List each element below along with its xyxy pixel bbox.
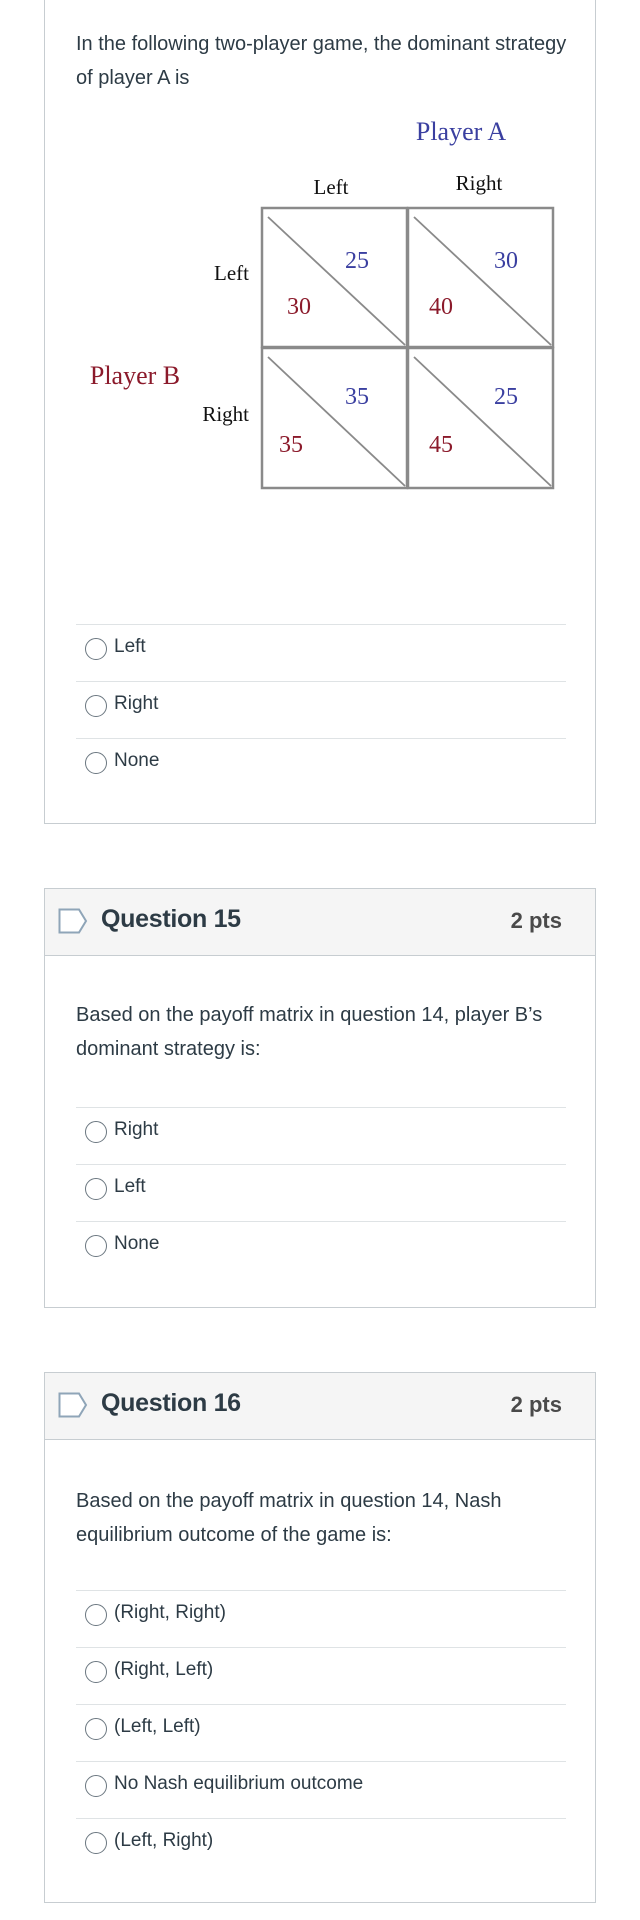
payoff-b-left-right: 40 — [429, 294, 453, 320]
radio-button[interactable] — [85, 1661, 107, 1683]
question-16-box: Question 16 2 pts Based on the payoff ma… — [44, 1372, 596, 1903]
payoff-a-right-right: 25 — [494, 384, 518, 410]
radio-button[interactable] — [85, 1604, 107, 1626]
payoff-a-left-left: 25 — [345, 248, 369, 274]
answer-option[interactable]: No Nash equilibrium outcome — [76, 1761, 566, 1818]
answer-label[interactable]: (Left, Right) — [114, 1830, 213, 1852]
answer-option[interactable]: (Right, Left) — [76, 1647, 566, 1704]
radio-button[interactable] — [85, 1235, 107, 1257]
question-title: Question 16 — [101, 1389, 241, 1417]
radio-button[interactable] — [85, 752, 107, 774]
payoff-matrix: Player A Left Right Player B Left Right … — [90, 117, 555, 490]
diagonal-ll — [267, 216, 406, 346]
radio-button[interactable] — [85, 1178, 107, 1200]
diagonal-rr — [413, 356, 552, 487]
question-16-header: Question 16 2 pts — [45, 1373, 595, 1440]
question-15-answers: Right Left None — [76, 1107, 566, 1278]
row-player-label: Player B — [90, 361, 180, 390]
radio-button[interactable] — [85, 1718, 107, 1740]
question-points: 2 pts — [510, 908, 562, 933]
payoff-a-left-right: 30 — [494, 248, 518, 274]
payoff-b-right-right: 45 — [429, 432, 453, 458]
answer-label[interactable]: (Right, Left) — [114, 1659, 213, 1681]
radio-button[interactable] — [85, 1121, 107, 1143]
answer-option[interactable]: Right — [76, 1107, 566, 1164]
radio-button[interactable] — [85, 695, 107, 717]
answer-label[interactable]: Right — [114, 1119, 158, 1141]
payoff-b-left-left: 30 — [287, 294, 311, 320]
answer-label[interactable]: None — [114, 1233, 159, 1255]
answer-label[interactable]: Right — [114, 693, 158, 715]
row-strategy-left: Left — [214, 261, 249, 285]
radio-button[interactable] — [85, 638, 107, 660]
answer-option[interactable]: Left — [76, 1164, 566, 1221]
radio-button[interactable] — [85, 1775, 107, 1797]
question-15-text: Based on the payoff matrix in question 1… — [76, 1004, 543, 1060]
answer-option[interactable]: None — [76, 1221, 566, 1278]
column-strategy-left: Left — [314, 175, 349, 199]
question-14-box: In the following two-player game, the do… — [44, 0, 596, 824]
question-14-answers: Left Right None — [76, 624, 566, 795]
answer-label[interactable]: (Right, Right) — [114, 1602, 226, 1624]
flag-question-icon[interactable] — [58, 1392, 88, 1418]
radio-button[interactable] — [85, 1832, 107, 1854]
question-15-box: Question 15 2 pts Based on the payoff ma… — [44, 888, 596, 1308]
answer-option[interactable]: None — [76, 738, 566, 795]
answer-option[interactable]: (Left, Left) — [76, 1704, 566, 1761]
answer-option[interactable]: (Right, Right) — [76, 1590, 566, 1647]
payoff-a-right-left: 35 — [345, 384, 369, 410]
answer-option[interactable]: Right — [76, 681, 566, 738]
answer-label[interactable]: Left — [114, 636, 146, 658]
question-16-text: Based on the payoff matrix in question 1… — [76, 1490, 502, 1546]
column-strategy-right: Right — [456, 171, 503, 195]
answer-option[interactable]: Left — [76, 624, 566, 681]
answer-option[interactable]: (Left, Right) — [76, 1818, 566, 1875]
question-16-answers: (Right, Right) (Right, Left) (Left, Left… — [76, 1590, 566, 1875]
row-strategy-right: Right — [202, 402, 249, 426]
answer-label[interactable]: No Nash equilibrium outcome — [114, 1773, 363, 1795]
answer-label[interactable]: Left — [114, 1176, 146, 1198]
payoff-b-right-left: 35 — [279, 432, 303, 458]
question-points: 2 pts — [510, 1392, 562, 1417]
flag-question-icon[interactable] — [58, 908, 88, 934]
answer-label[interactable]: None — [114, 750, 159, 772]
diagonal-lr — [413, 216, 552, 346]
diagonal-rl — [267, 356, 406, 487]
question-title: Question 15 — [101, 905, 241, 933]
answer-label[interactable]: (Left, Left) — [114, 1716, 201, 1738]
question-15-header: Question 15 2 pts — [45, 889, 595, 956]
column-player-label: Player A — [416, 117, 506, 146]
